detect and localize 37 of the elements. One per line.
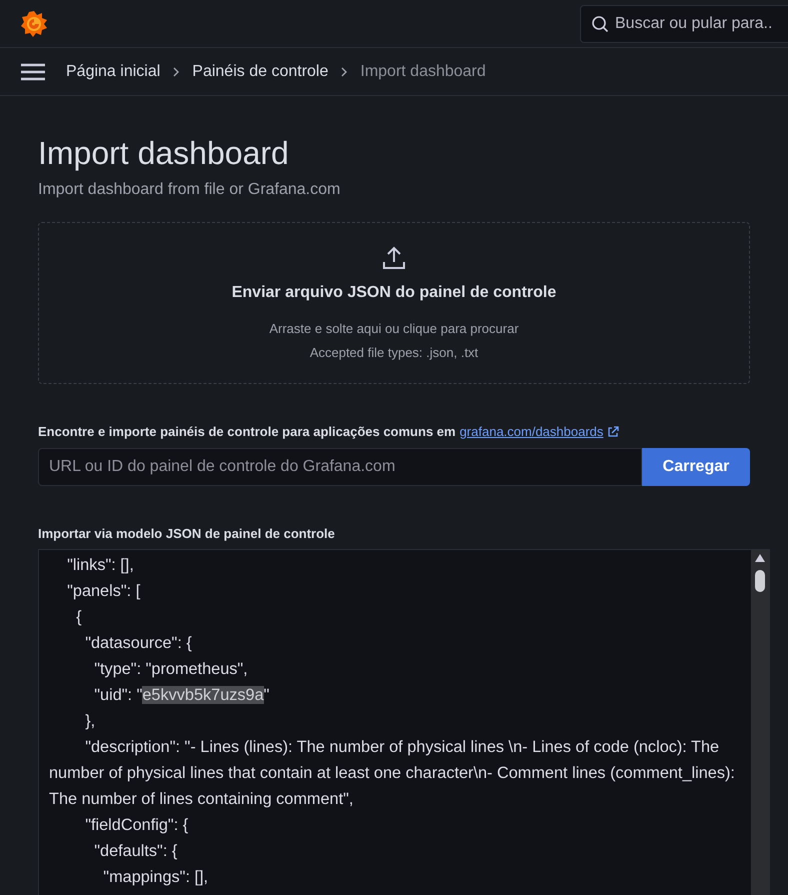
- breadcrumb-link[interactable]: Página inicial: [66, 60, 160, 84]
- search-icon: [591, 14, 609, 32]
- code-line: "type": "prometheus",: [93, 659, 249, 680]
- file-dropzone[interactable]: Enviar arquivo JSON do painel de controle Arraste e solte aqui ou clique para procurar Accepted file types: .json, .txt: [38, 222, 750, 384]
- code-line: "links": [],: [66, 555, 135, 576]
- code-line: },: [84, 711, 96, 732]
- code-line: "description": "- Lines (lines): The number of physical lines \n- Lines of code (ncloc): The number of physical lines that contain at least one character\n- Comment lines (comment_lines): The number of lines containing comment",: [49, 737, 736, 810]
- menu-icon[interactable]: [20, 62, 46, 80]
- field-label: Encontre e importe painéis de controle para aplicações comuns em: [38, 423, 456, 441]
- page-title: Import dashboard: [38, 134, 290, 172]
- page-subtitle: Import dashboard from file or Grafana.com: [38, 180, 342, 200]
- field-label: Importar via modelo JSON de painel de controle: [38, 524, 336, 543]
- scrollbar[interactable]: [751, 550, 769, 895]
- load-button[interactable]: Carregar: [642, 448, 750, 486]
- code-line: "datasource": {: [84, 633, 193, 654]
- code-line: "defaults": {: [93, 841, 178, 862]
- scroll-up-icon[interactable]: [755, 554, 765, 562]
- code-line: "fieldConfig": {: [84, 815, 190, 836]
- scroll-thumb[interactable]: [755, 570, 765, 592]
- upload-icon: [381, 245, 407, 271]
- dashboards-link[interactable]: grafana.com/dashboards: [460, 422, 604, 442]
- chevron-icon: [172, 66, 180, 76]
- code-line: "mappings": [],: [102, 867, 210, 888]
- chevron-icon: [340, 66, 348, 76]
- logo-icon[interactable]: [20, 10, 48, 38]
- search-field[interactable]: Buscar ou pular para..: [580, 4, 788, 42]
- breadcrumb-link[interactable]: Import dashboard: [360, 60, 486, 84]
- external-link-icon: [607, 426, 620, 438]
- json-editor[interactable]: [38, 549, 770, 895]
- code-line: {: [75, 607, 83, 628]
- accepted-types: Accepted file types: .json, .txt: [310, 344, 478, 362]
- url-input-field[interactable]: URL ou ID do painel de controle do Grafana.com: [38, 448, 642, 486]
- code-line: "uid": "e5kvvb5k7uzs9a": [93, 685, 270, 706]
- upload-hint: Arraste e solte aqui ou clique para procurar: [269, 320, 519, 338]
- breadcrumb-link[interactable]: Painéis de controle: [192, 60, 328, 84]
- upload-title: Enviar arquivo JSON do painel de controle: [232, 283, 556, 303]
- code-line: "panels": [: [66, 581, 142, 602]
